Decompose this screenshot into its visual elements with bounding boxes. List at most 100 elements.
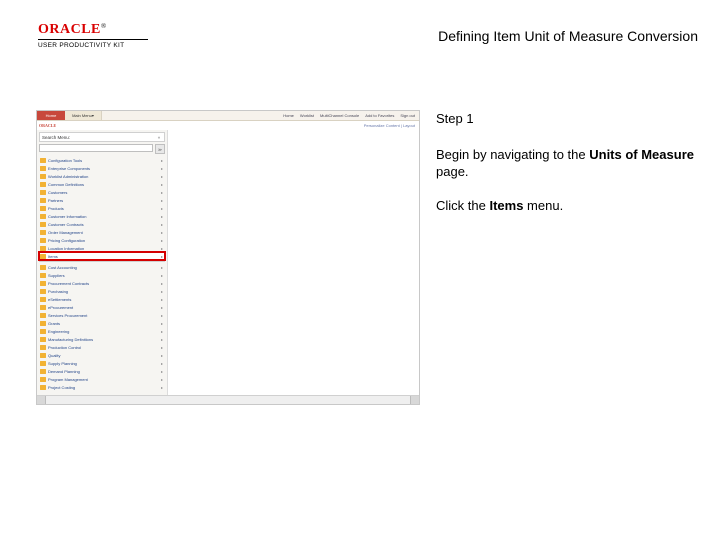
nav-item-label: Customer Information [48, 213, 86, 220]
folder-icon [40, 361, 46, 366]
nav-item[interactable]: Grants▸ [39, 319, 165, 327]
tab-home[interactable]: Home [37, 111, 65, 120]
link-add-fav[interactable]: Add to Favorites [365, 113, 394, 118]
nav-item[interactable]: Order Management▸ [39, 228, 165, 236]
chevron-right-icon: ▸ [161, 229, 163, 236]
nav-item-label: Cost Accounting [48, 264, 77, 271]
brand-block: ORACLE® USER PRODUCTIVITY KIT [38, 22, 158, 49]
nav-item-label: Production Control [48, 344, 81, 351]
nav-item[interactable]: Cost Accounting ▸ [39, 263, 165, 271]
nav-panel: Search Menu: « ≫ Configuration Tools▸Ent… [37, 130, 168, 395]
chevron-right-icon: ▸ [161, 197, 163, 204]
chevron-right-icon: ▸ [161, 213, 163, 220]
chevron-right-icon: ▸ [161, 320, 163, 327]
nav-item[interactable]: Project Costing ▸ [39, 383, 165, 391]
chevron-right-icon: ▸ [161, 157, 163, 164]
brand-logo: ORACLE® [38, 22, 158, 38]
folder-icon [40, 385, 46, 390]
nav-item[interactable]: Common Definitions▸ [39, 180, 165, 188]
folder-icon [40, 377, 46, 382]
folder-icon [40, 222, 46, 227]
nav-item[interactable]: Pricing Configuration▸ [39, 236, 165, 244]
nav-item[interactable]: Services Procurement ▸ [39, 311, 165, 319]
nav-item[interactable]: Products▸ [39, 204, 165, 212]
horizontal-scrollbar[interactable] [37, 395, 419, 404]
nav-item[interactable]: Configuration Tools ▸ [39, 156, 165, 164]
nav-item[interactable]: Demand Planning ▸ [39, 367, 165, 375]
chevron-right-icon: ▸ [161, 304, 163, 311]
nav-item[interactable]: eSettlements▸ [39, 295, 165, 303]
folder-icon [40, 190, 46, 195]
personalize-links[interactable]: Personalize Content | Layout [364, 123, 415, 128]
nav-item[interactable]: Customer Contracts▸ [39, 220, 165, 228]
page: ORACLE® USER PRODUCTIVITY KIT Defining I… [0, 0, 720, 540]
folder-icon [40, 254, 46, 259]
nav-item-label: Configuration Tools [48, 157, 82, 164]
nav-item[interactable]: Partners▸ [39, 196, 165, 204]
chevron-right-icon: ▸ [161, 165, 163, 172]
nav-separator [39, 261, 165, 262]
nav-item[interactable]: Production Control▸ [39, 343, 165, 351]
scrollbar-right-button[interactable] [410, 396, 419, 404]
chevron-right-icon: ▸ [161, 221, 163, 228]
nav-title: Search Menu: [42, 135, 70, 140]
folder-icon [40, 297, 46, 302]
nav-item[interactable]: Supply Planning▸ [39, 359, 165, 367]
folder-icon [40, 321, 46, 326]
link-mc-console[interactable]: MultiChannel Console [320, 113, 359, 118]
nav-item[interactable]: Customers▸ [39, 188, 165, 196]
folder-icon [40, 369, 46, 374]
folder-icon [40, 246, 46, 251]
nav-item[interactable]: Worklist Administration▸ [39, 172, 165, 180]
nav-item[interactable]: Customer Information ▸ [39, 212, 165, 220]
page-title: Defining Item Unit of Measure Conversion [438, 28, 698, 44]
topbar-spacer [102, 111, 283, 120]
collapse-icon[interactable]: « [156, 134, 162, 140]
brand-name: ORACLE [38, 22, 101, 37]
nav-item-label: Demand Planning [48, 368, 80, 375]
link-home[interactable]: Home [283, 113, 294, 118]
chevron-right-icon: ▸ [161, 253, 163, 260]
folder-icon [40, 238, 46, 243]
chevron-right-icon: ▸ [161, 280, 163, 287]
topbar-linkbar: Home Worklist MultiChannel Console Add t… [283, 111, 419, 120]
search-input[interactable] [39, 144, 153, 152]
nav-item[interactable]: Location Information▸ [39, 244, 165, 252]
link-signout[interactable]: Sign out [400, 113, 415, 118]
app-topbar: Home Main Menu ▾ Home Worklist MultiChan… [37, 111, 419, 121]
nav-search-row: ≫ [39, 144, 165, 154]
nav-item[interactable]: Enterprise Components▸ [39, 164, 165, 172]
nav-item[interactable]: Program Management▸ [39, 375, 165, 383]
brand-rule [38, 39, 148, 40]
nav-item[interactable]: Purchasing▸ [39, 287, 165, 295]
chevron-right-icon: ▸ [161, 181, 163, 188]
nav-item[interactable]: Manufacturing Definitions▸ [39, 335, 165, 343]
nav-item-label: Manufacturing Definitions [48, 336, 93, 343]
content-row: Step 1 Begin by navigating to the Units … [36, 110, 698, 450]
scrollbar-left-button[interactable] [37, 396, 46, 404]
nav-item[interactable]: Procurement Contracts▸ [39, 279, 165, 287]
chevron-right-icon: ▸ [161, 368, 163, 375]
chevron-right-icon: ▸ [161, 384, 163, 391]
chevron-right-icon: ▸ [161, 312, 163, 319]
chevron-right-icon: ▸ [161, 264, 163, 271]
folder-icon [40, 345, 46, 350]
folder-icon [40, 230, 46, 235]
step-paragraph-1-b: Units of Measure [589, 147, 694, 162]
brand-subtitle: USER PRODUCTIVITY KIT [38, 42, 158, 49]
search-go-button[interactable]: ≫ [155, 144, 165, 154]
chevron-right-icon: ▸ [161, 376, 163, 383]
nav-item[interactable]: eProcurement▸ [39, 303, 165, 311]
brand-tm: ® [101, 22, 107, 30]
nav-list: Configuration Tools▸Enterprise Component… [39, 156, 165, 391]
nav-item[interactable]: Suppliers▸ [39, 271, 165, 279]
nav-item-label: Project Costing [48, 384, 75, 391]
nav-item-label: eSettlements [48, 296, 71, 303]
link-worklist[interactable]: Worklist [300, 113, 314, 118]
nav-item-label: Services Procurement [48, 312, 87, 319]
nav-item[interactable]: Items▸ [39, 252, 165, 260]
tab-main-menu[interactable]: Main Menu ▾ [65, 111, 102, 120]
nav-item[interactable]: Quality▸ [39, 351, 165, 359]
nav-item[interactable]: Engineering▸ [39, 327, 165, 335]
app-main-area [168, 130, 419, 395]
